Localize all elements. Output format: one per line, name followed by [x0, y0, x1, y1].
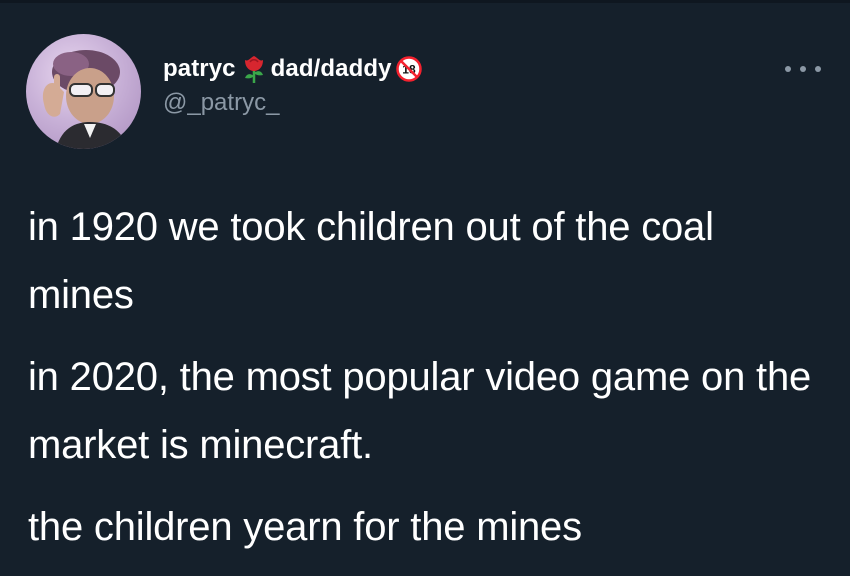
- no-one-under-eighteen-icon: 18: [395, 56, 422, 82]
- display-name-suffix: dad/daddy: [270, 55, 392, 82]
- tweet-paragraph: the children yearn for the mines: [28, 505, 582, 549]
- tweet-paragraph: in 2020, the most popular video game on …: [28, 355, 812, 467]
- author-info: patryc dad/daddy 18 @_patryc_: [163, 54, 422, 118]
- tweet-body: in 1920 we took children out of the coal…: [28, 193, 828, 561]
- more-options-icon[interactable]: [785, 62, 821, 76]
- more-dot: [800, 66, 806, 72]
- avatar[interactable]: [26, 34, 141, 149]
- tweet-paragraph: in 1920 we took children out of the coal…: [28, 205, 714, 317]
- more-dot: [785, 66, 791, 72]
- avatar-image: [42, 50, 128, 149]
- more-dot: [815, 66, 821, 72]
- rose-icon: [241, 54, 267, 84]
- user-handle[interactable]: @_patryc_: [163, 88, 422, 118]
- display-name-text: patryc: [163, 55, 236, 82]
- top-divider: [0, 0, 850, 3]
- display-name[interactable]: patryc dad/daddy 18: [163, 54, 422, 84]
- tweet-header: patryc dad/daddy 18 @_patryc_: [26, 34, 826, 152]
